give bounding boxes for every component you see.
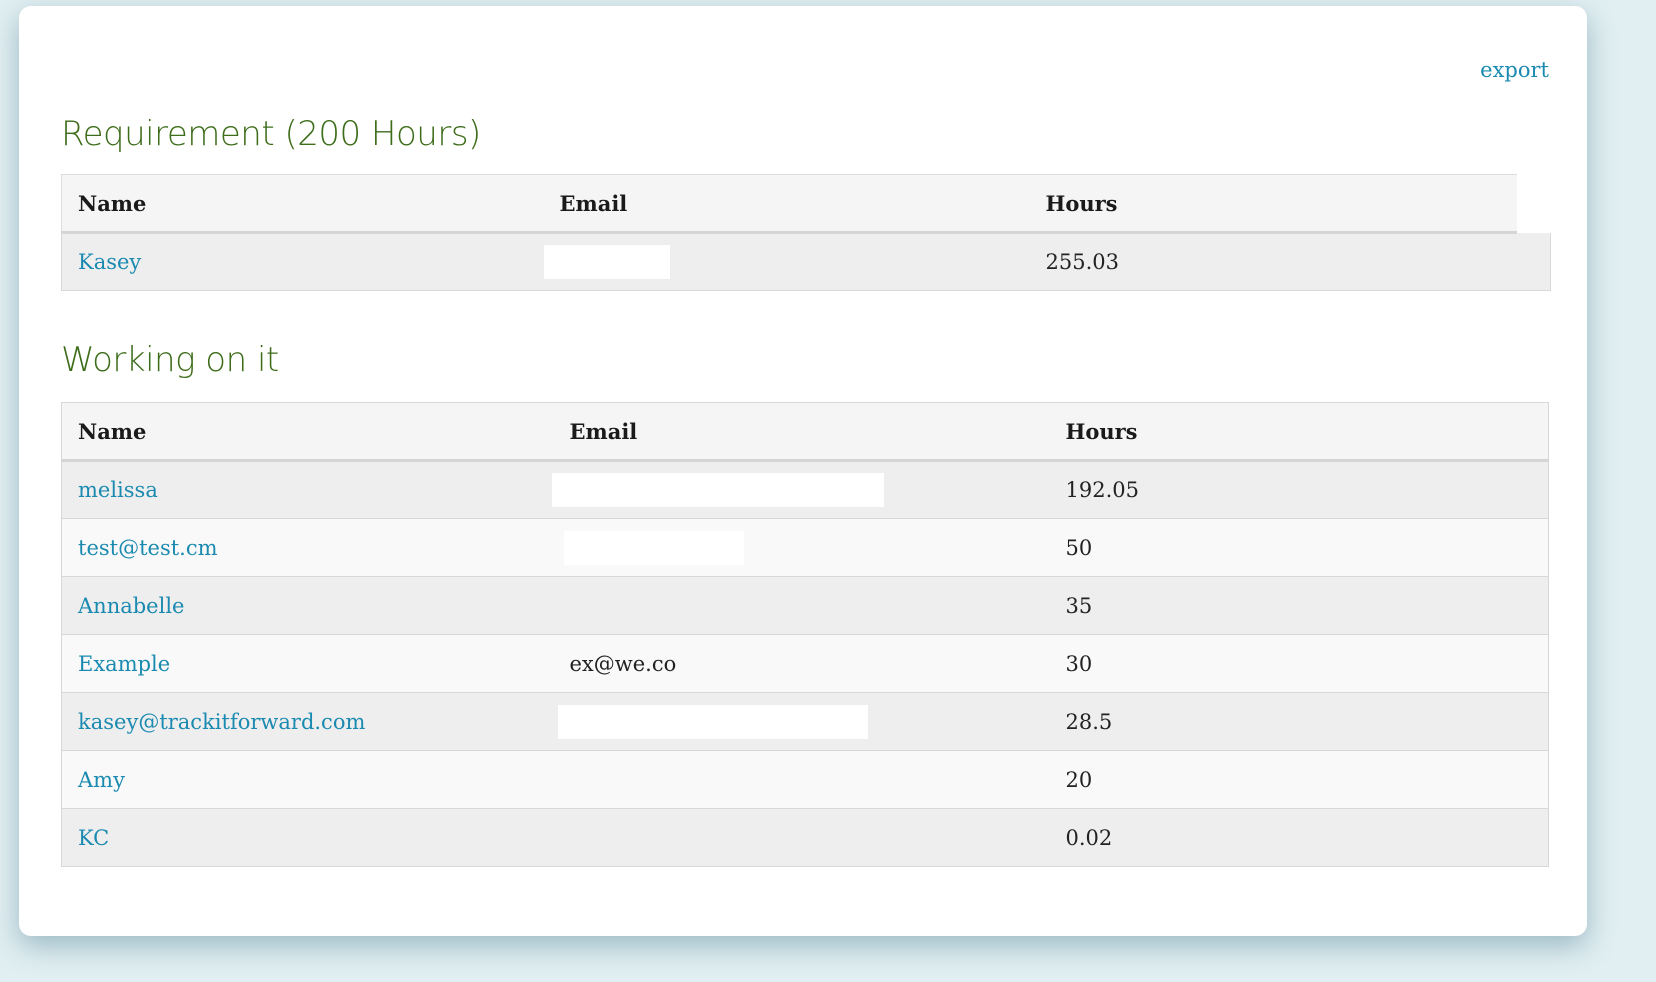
user-name-link[interactable]: KC <box>78 826 109 850</box>
column-header-email[interactable]: Email <box>553 402 1050 462</box>
working-table: Name Email Hours melissa 192.05 test@tes… <box>61 402 1549 867</box>
redacted-email <box>563 530 744 565</box>
table-row: kasey@trackitforward.com 28.5 <box>61 692 1549 751</box>
column-header-name[interactable]: Name <box>61 402 554 462</box>
column-header-hours[interactable]: Hours <box>1049 402 1549 462</box>
export-link[interactable]: export <box>1480 58 1549 82</box>
name-cell: melissa <box>61 460 554 519</box>
table-row: test@test.cm 50 <box>61 518 1549 577</box>
name-cell: test@test.cm <box>61 518 554 577</box>
requirement-table: Name Email Hours Kasey 255.03 <box>61 174 1551 291</box>
name-cell: KC <box>61 808 554 867</box>
user-name-link[interactable]: melissa <box>78 478 158 502</box>
hours-cell: 28.5 <box>1049 692 1549 751</box>
user-name-link[interactable]: Kasey <box>78 250 141 274</box>
user-name-link[interactable]: Annabelle <box>78 594 184 618</box>
table-row: Example ex@we.co 30 <box>61 634 1549 693</box>
column-header-email[interactable]: Email <box>543 174 1030 234</box>
working-section-title: Working on it <box>61 340 279 380</box>
user-name-link[interactable]: kasey@trackitforward.com <box>78 710 365 734</box>
table-row: Kasey 255.03 <box>61 232 1551 291</box>
email-cell <box>543 232 1030 291</box>
email-cell: ex@we.co <box>553 634 1050 693</box>
email-cell <box>553 750 1050 809</box>
name-cell: Amy <box>61 750 554 809</box>
hours-cell: 192.05 <box>1049 460 1549 519</box>
table-header-row: Name Email Hours <box>61 174 1551 234</box>
email-cell <box>551 460 1050 519</box>
column-header-name[interactable]: Name <box>61 174 544 234</box>
table-row: Annabelle 35 <box>61 576 1549 635</box>
column-header-hours[interactable]: Hours <box>1029 174 1517 234</box>
name-cell: Kasey <box>61 232 544 291</box>
header-spacer <box>1516 174 1551 233</box>
hours-cell: 0.02 <box>1049 808 1549 867</box>
requirement-section-title: Requirement (200 Hours) <box>61 114 481 154</box>
user-name-link[interactable]: test@test.cm <box>78 536 218 560</box>
redacted-email <box>551 473 884 507</box>
hours-cell: 30 <box>1049 634 1549 693</box>
hours-cell: 35 <box>1049 576 1549 635</box>
hours-cell: 50 <box>1049 518 1549 577</box>
user-name-link[interactable]: Amy <box>78 768 125 792</box>
hours-cell: 255.03 <box>1029 232 1551 291</box>
name-cell: Annabelle <box>61 576 554 635</box>
email-cell <box>553 518 1050 577</box>
name-cell: Example <box>61 634 554 693</box>
redacted-email <box>543 245 670 279</box>
hours-cell: 20 <box>1049 750 1549 809</box>
redacted-email <box>557 704 868 739</box>
user-name-link[interactable]: Example <box>78 652 170 676</box>
table-row: melissa 192.05 <box>61 460 1549 519</box>
name-cell: kasey@trackitforward.com <box>61 692 554 751</box>
email-cell <box>553 576 1050 635</box>
report-card: export Requirement (200 Hours) Name Emai… <box>19 6 1587 936</box>
email-cell <box>553 808 1050 867</box>
table-row: Amy 20 <box>61 750 1549 809</box>
table-header-row: Name Email Hours <box>61 402 1549 462</box>
table-row: KC 0.02 <box>61 808 1549 867</box>
email-cell <box>553 692 1050 751</box>
